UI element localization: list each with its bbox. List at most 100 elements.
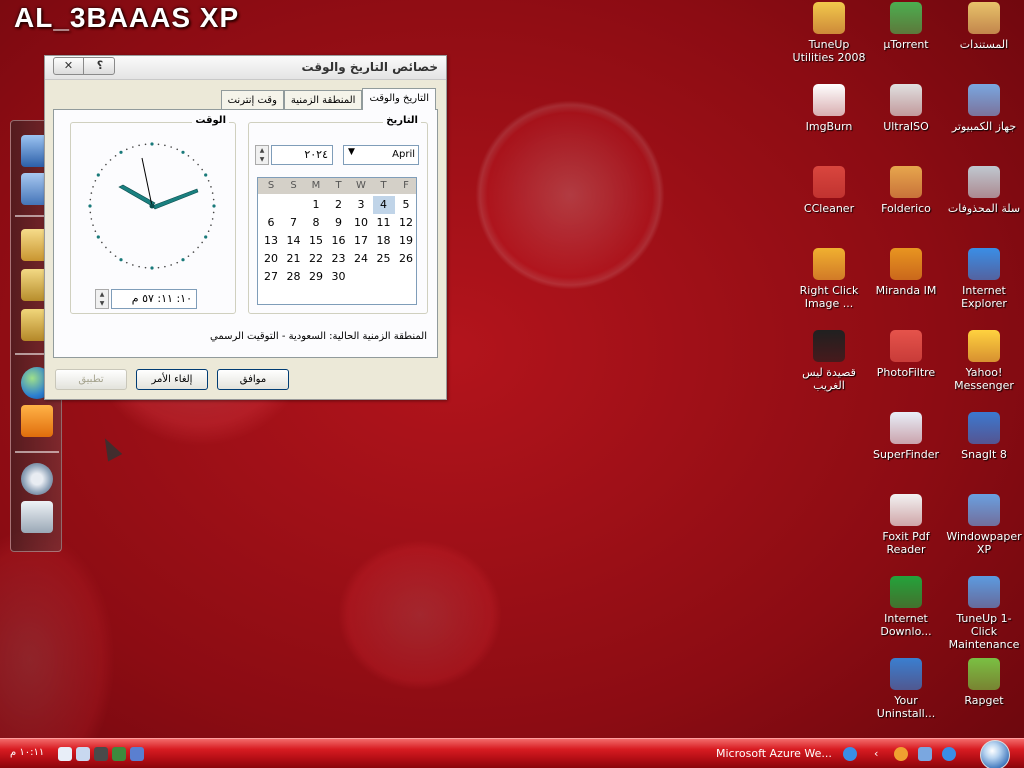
desktop-shortcut-label: ImgBurn	[805, 120, 853, 133]
pdf-icon	[890, 494, 922, 526]
calendar-day[interactable]: 10	[350, 214, 372, 232]
calendar-day[interactable]: 3	[350, 196, 372, 214]
clock-tick	[212, 211, 215, 214]
cd-icon	[890, 84, 922, 116]
desktop-shortcut[interactable]: سلة المحذوفات	[945, 166, 1023, 215]
desktop-shortcut[interactable]: Internet Explorer	[945, 248, 1023, 310]
calendar-day[interactable]: 24	[350, 250, 372, 268]
desktop-shortcut-label: المستندات	[959, 38, 1009, 51]
calendar-day[interactable]: 21	[283, 250, 305, 268]
network-tray-icon[interactable]	[76, 747, 90, 761]
tab-internet-time[interactable]: وقت إنترنت	[220, 90, 284, 110]
desktop-shortcut[interactable]: TuneUp 1-Click Maintenance	[945, 576, 1023, 651]
calendar-day[interactable]: 28	[283, 268, 305, 286]
clock-center	[149, 203, 155, 209]
calendar-day[interactable]: 13	[260, 232, 282, 250]
desktop-shortcut[interactable]: TuneUp Utilities 2008	[790, 2, 868, 64]
calendar-day[interactable]: 9	[328, 214, 350, 232]
calendar-day[interactable]: 17	[350, 232, 372, 250]
clock-tick	[204, 235, 208, 239]
calendar-day[interactable]: 26	[395, 250, 417, 268]
desktop-shortcut[interactable]: Foxit Pdf Reader	[867, 494, 945, 556]
desktop-shortcut[interactable]: SnagIt 8	[945, 412, 1023, 461]
calendar-day[interactable]: 22	[305, 250, 327, 268]
desktop-shortcut-label: Rapget	[964, 694, 1004, 707]
clock-tick	[89, 198, 92, 201]
calendar-day[interactable]: 1	[305, 196, 327, 214]
calendar-day[interactable]: 6	[260, 214, 282, 232]
desktop-shortcut[interactable]: CCleaner	[790, 166, 868, 215]
gear-dock-icon[interactable]	[21, 463, 53, 495]
clock-tick	[187, 255, 190, 257]
desktop-shortcut[interactable]: Windowpaper XP	[945, 494, 1023, 556]
desktop-shortcut[interactable]: جهاز الكمبيوتر	[945, 84, 1023, 133]
calendar-day[interactable]: 27	[260, 268, 282, 286]
calendar-day[interactable]: 29	[305, 268, 327, 286]
pen-tray-icon[interactable]	[130, 747, 144, 761]
desktop-quicklaunch-icon[interactable]	[918, 747, 932, 761]
desktop-shortcut[interactable]: قصيدة ليس الغريب	[790, 330, 868, 392]
calendar-day[interactable]: 5	[395, 196, 417, 214]
calendar-day[interactable]: 20	[260, 250, 282, 268]
calendar-tray-icon[interactable]	[58, 747, 72, 761]
clock-tick	[94, 179, 97, 182]
calendar-day[interactable]: 14	[283, 232, 305, 250]
calendar-day[interactable]: 19	[395, 232, 417, 250]
tab-time-zone[interactable]: المنطقة الزمنية	[283, 90, 363, 110]
media-quicklaunch-icon[interactable]	[894, 747, 908, 761]
calendar-day[interactable]: 11	[373, 214, 395, 232]
apply-button[interactable]: تطبيق	[55, 369, 127, 390]
start-button[interactable]	[980, 740, 1010, 768]
calendar-day[interactable]: 12	[395, 214, 417, 232]
clock-tick	[96, 235, 100, 239]
desktop-shortcut[interactable]: SuperFinder	[867, 412, 945, 461]
month-select[interactable]: ▼ April	[343, 145, 419, 165]
desktop-shortcut-label: جهاز الكمبيوتر	[951, 120, 1017, 133]
desktop-shortcut[interactable]: µTorrent	[867, 2, 945, 51]
time-field[interactable]: ١٠: ١١: ٥٧ م	[111, 289, 197, 309]
usb-tray-icon[interactable]	[94, 747, 108, 761]
desktop-shortcut[interactable]: Rapget	[945, 658, 1023, 707]
taskbar-clock[interactable]: ١٠:١١ م	[10, 747, 44, 758]
calendar-day[interactable]: 23	[328, 250, 350, 268]
minute-hand	[151, 188, 199, 210]
desktop-shortcut[interactable]: Internet Downlo...	[867, 576, 945, 638]
utorrent-icon	[890, 2, 922, 34]
calendar-day[interactable]: 2	[328, 196, 350, 214]
calendar-day[interactable]: 16	[328, 232, 350, 250]
desktop-shortcut[interactable]: Yahoo! Messenger	[945, 330, 1023, 392]
desktop-shortcut[interactable]: Your Uninstall...	[867, 658, 945, 720]
taskbar-task-label[interactable]: Microsoft Azure We...	[716, 747, 832, 760]
desktop-shortcut[interactable]: UltraISO	[867, 84, 945, 133]
desktop-shortcut[interactable]: المستندات	[945, 2, 1023, 51]
calendar-day[interactable]: 4	[372, 196, 395, 214]
toolbox-tray-icon[interactable]	[112, 747, 126, 761]
ok-button[interactable]: موافق	[217, 369, 289, 390]
desktop-shortcut[interactable]: Right Click Image ...	[790, 248, 868, 310]
clock-tick	[197, 163, 199, 166]
desktop-shortcut-label: CCleaner	[803, 202, 855, 215]
calendar-day[interactable]: 7	[283, 214, 305, 232]
calendar-day[interactable]: 30	[328, 268, 350, 286]
media-player-dock-icon[interactable]	[21, 405, 53, 437]
time-spin-buttons[interactable]: ▲ ▼	[95, 289, 109, 309]
calendar-day[interactable]: 8	[305, 214, 327, 232]
clock-tick	[212, 198, 215, 201]
desktop-shortcut[interactable]: Folderico	[867, 166, 945, 215]
desktop-shortcut[interactable]: ImgBurn	[790, 84, 868, 133]
calendar-day[interactable]: 18	[373, 232, 395, 250]
quicklaunch-arrow-icon[interactable]: ‹	[874, 747, 888, 761]
year-spin-buttons[interactable]: ▲ ▼	[255, 145, 269, 165]
desktop-shortcut[interactable]: Miranda IM	[867, 248, 945, 297]
desktop-shortcut[interactable]: PhotoFiltre	[867, 330, 945, 379]
calendar-day[interactable]: 15	[305, 232, 327, 250]
ie-quicklaunch-icon[interactable]	[942, 747, 956, 761]
calendar-day[interactable]: 25	[373, 250, 395, 268]
close-button[interactable]: ✕	[54, 58, 84, 74]
cancel-button[interactable]: إلغاء الأمر	[136, 369, 208, 390]
tab-date-time[interactable]: التاريخ والوقت	[362, 88, 436, 110]
recycle-bin-dock-icon[interactable]	[21, 501, 53, 533]
clock-tick	[109, 159, 112, 161]
help-button[interactable]: ؟	[85, 58, 115, 74]
year-field[interactable]: ٢٠٢٤	[271, 145, 333, 165]
